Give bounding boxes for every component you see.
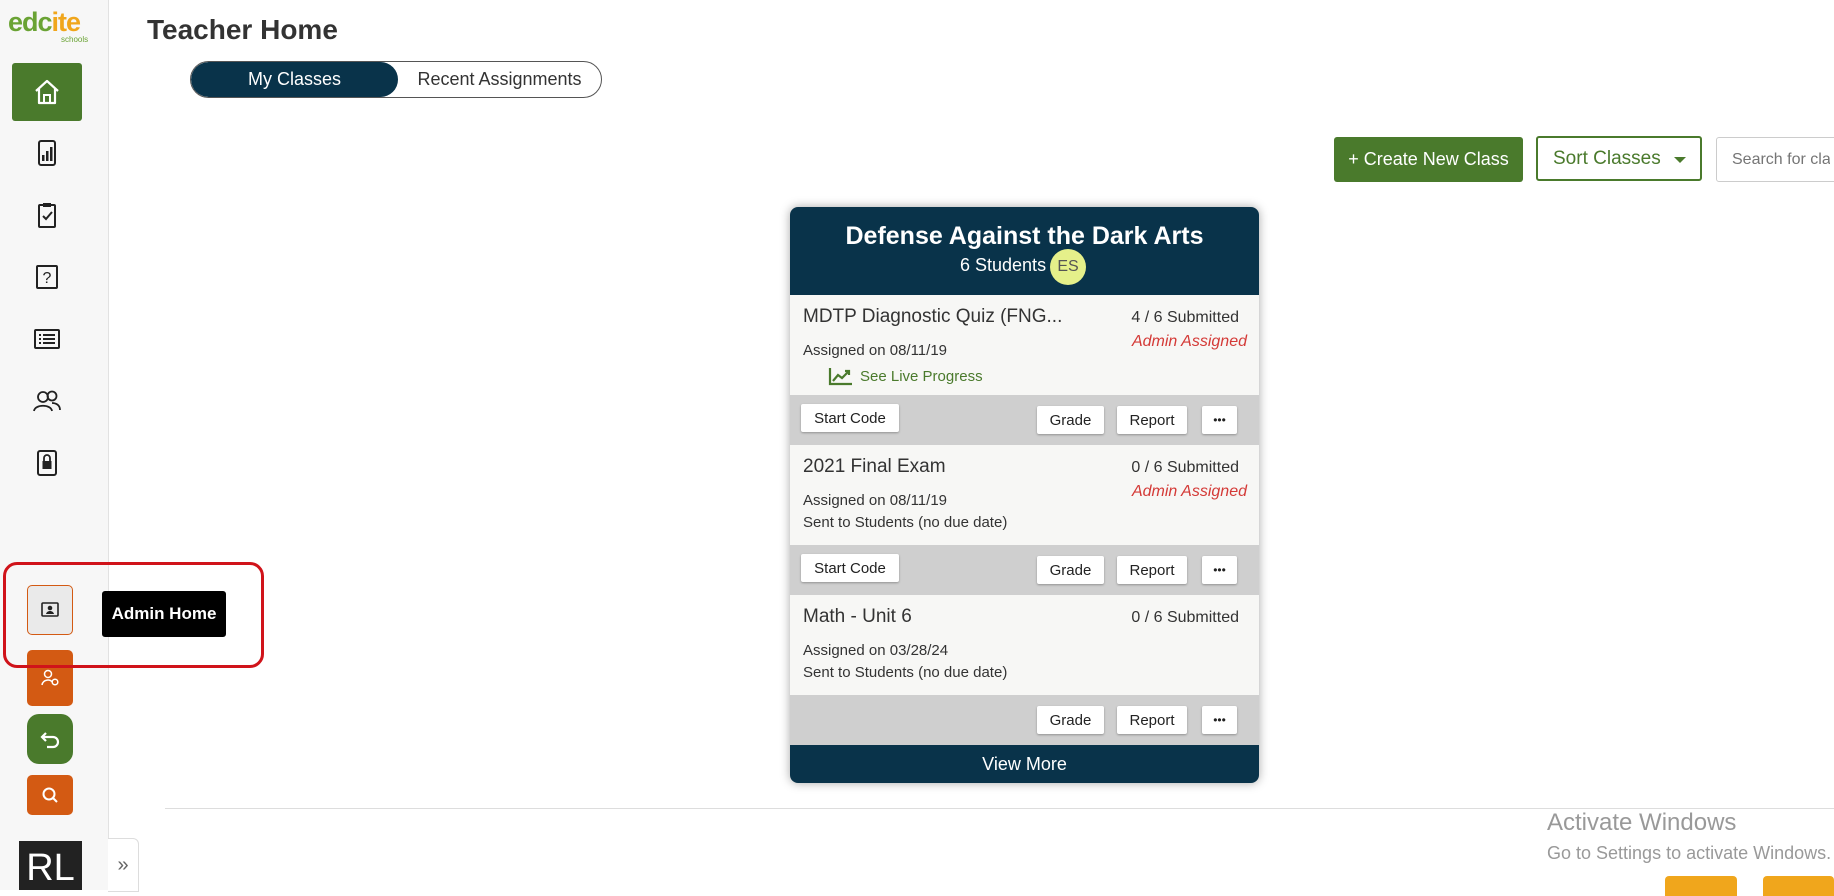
sort-classes-dropdown[interactable]: Sort Classes (1536, 136, 1702, 181)
submitted-count: 0 / 6 Submitted (1131, 459, 1239, 476)
admin-home-tooltip: Admin Home (102, 591, 226, 637)
teacher-initials-badge: ES (1050, 249, 1086, 285)
activate-windows-subtitle: Go to Settings to activate Windows. (1547, 843, 1832, 863)
submitted-count: 4 / 6 Submitted (1131, 309, 1239, 326)
submitted-count: 0 / 6 Submitted (1131, 609, 1239, 626)
assignment-item: 2021 Final Exam 0 / 6 Submitted Admin As… (790, 445, 1259, 545)
assignments-icon (38, 203, 56, 228)
avatar[interactable]: RL (19, 841, 82, 890)
return-button[interactable] (27, 714, 73, 764)
sidebar-item-lock[interactable] (12, 434, 82, 492)
sidebar-item-students[interactable] (12, 372, 82, 430)
see-live-progress-label: See Live Progress (860, 367, 983, 385)
class-card: Defense Against the Dark Arts 6 Students… (790, 207, 1259, 783)
assigned-date: Assigned on 08/11/19 (803, 492, 948, 509)
edcite-logo[interactable]: edcite schools (8, 8, 98, 48)
assigned-date: Assigned on 08/11/19 (803, 342, 948, 359)
home-icon (35, 79, 59, 105)
more-options-button[interactable]: ••• (1202, 706, 1237, 734)
list-icon (34, 329, 60, 349)
logo-word-b: ite (51, 7, 81, 37)
admin-assigned-label: Admin Assigned (1131, 333, 1247, 350)
double-chevron-right-icon: » (117, 853, 129, 876)
questions-icon: ? (36, 265, 58, 289)
grade-button[interactable]: Grade (1037, 706, 1104, 734)
report-button[interactable]: Report (1117, 406, 1187, 434)
reports-icon (38, 140, 56, 166)
grade-button[interactable]: Grade (1037, 406, 1104, 434)
assignment-item: Math - Unit 6 0 / 6 Submitted Assigned o… (790, 595, 1259, 695)
assignment-actions: Grade Report ••• (790, 695, 1259, 745)
sidebar-item-assignments[interactable] (12, 186, 82, 244)
expand-sidebar-button[interactable]: » (108, 838, 139, 892)
lock-icon (37, 450, 57, 476)
trend-chart-icon (828, 368, 852, 386)
class-card-header[interactable]: Defense Against the Dark Arts 6 Students… (790, 207, 1259, 295)
create-new-class-button[interactable]: + Create New Class (1334, 137, 1523, 182)
assignment-item: MDTP Diagnostic Quiz (FNG... 4 / 6 Submi… (790, 295, 1259, 395)
start-code-button[interactable]: Start Code (801, 404, 899, 432)
undo-icon (40, 732, 60, 749)
feedback-button[interactable] (1763, 876, 1834, 896)
search-icon (42, 787, 58, 803)
logo-wordmark: edcite (8, 8, 98, 36)
sort-classes-label: Sort Classes (1553, 147, 1661, 169)
assignment-title[interactable]: 2021 Final Exam (803, 456, 946, 478)
class-search-input[interactable] (1716, 137, 1834, 182)
assignment-actions: Start Code Grade Report ••• (790, 395, 1259, 445)
admin-assigned-label: Admin Assigned (1131, 483, 1247, 500)
sidebar-item-home[interactable] (12, 63, 82, 121)
student-count: 6 Students (960, 255, 1047, 275)
start-code-button[interactable]: Start Code (801, 554, 899, 582)
user-settings-icon (41, 669, 59, 686)
tab-recent-assignments[interactable]: Recent Assignments (398, 62, 601, 97)
page-title: Teacher Home (147, 14, 338, 45)
sent-status: Sent to Students (no due date) (803, 514, 1008, 531)
sidebar-item-reports[interactable] (12, 124, 82, 182)
report-button[interactable]: Report (1117, 556, 1187, 584)
grade-button[interactable]: Grade (1037, 556, 1104, 584)
assigned-date: Assigned on 03/28/24 (803, 642, 949, 659)
see-live-progress-link[interactable]: See Live Progress (828, 366, 983, 386)
view-more-button[interactable]: View More (790, 745, 1259, 783)
sidebar-item-list[interactable] (12, 310, 82, 368)
assignment-actions: Start Code Grade Report ••• (790, 545, 1259, 595)
caret-down-icon (1674, 157, 1686, 163)
class-title[interactable]: Defense Against the Dark Arts (790, 222, 1259, 251)
assignment-title[interactable]: Math - Unit 6 (803, 606, 912, 628)
help-button[interactable] (1665, 876, 1737, 896)
students-icon (33, 390, 61, 412)
class-view-toggle: My Classes Recent Assignments (190, 61, 602, 98)
svg-text:?: ? (43, 270, 52, 287)
logo-subtitle: schools (61, 35, 89, 44)
more-options-button[interactable]: ••• (1202, 406, 1237, 434)
more-options-button[interactable]: ••• (1202, 556, 1237, 584)
search-button[interactable] (27, 775, 73, 815)
sidebar: edcite schools ? RL (0, 0, 109, 890)
sent-status: Sent to Students (no due date) (803, 664, 1008, 681)
assignment-title[interactable]: MDTP Diagnostic Quiz (FNG... (803, 306, 1062, 328)
logo-word-a: edc (8, 7, 53, 37)
sidebar-item-questions[interactable]: ? (12, 248, 82, 306)
activate-windows-title: Activate Windows (1547, 809, 1737, 836)
report-button[interactable]: Report (1117, 706, 1187, 734)
tab-my-classes[interactable]: My Classes (191, 62, 398, 97)
